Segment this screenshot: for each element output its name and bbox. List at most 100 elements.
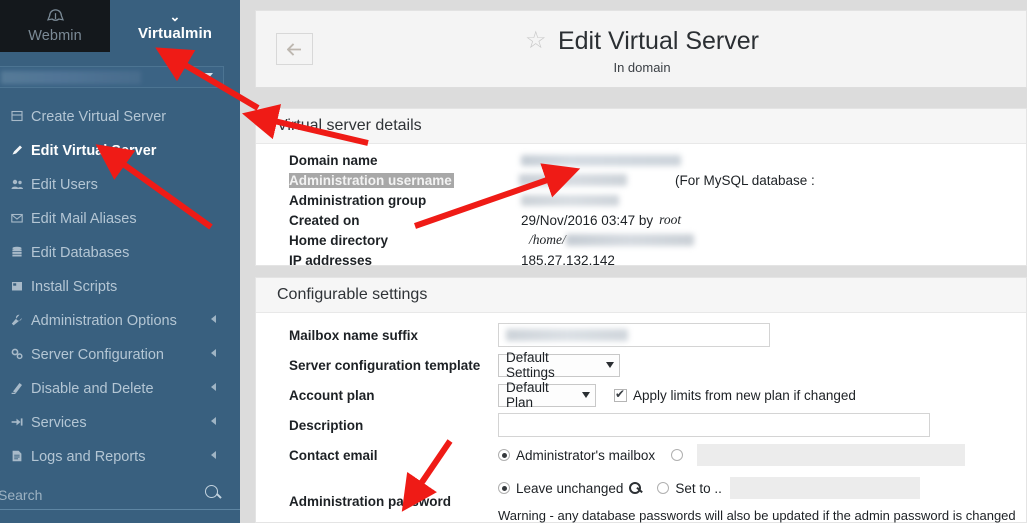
apply-limits-checkbox[interactable] (614, 387, 627, 402)
detail-row-administration-group: Administration group (256, 190, 1026, 210)
detail-label: Created on (289, 212, 360, 228)
detail-label: Home directory (289, 232, 389, 248)
tab-virtualmin-label: Virtualmin (137, 24, 213, 42)
password-warning-note: Warning - any database passwords will al… (498, 508, 1016, 523)
server-template-select[interactable]: Default Settings (498, 350, 620, 380)
sidebar-item-label: Edit Mail Aliases (31, 211, 137, 227)
field-control (498, 413, 930, 437)
sidebar-search[interactable] (0, 480, 240, 510)
main-content: ☆ Edit Virtual Server In domain Virtual … (240, 0, 1027, 523)
sidebar-item-label: Edit Virtual Server (31, 143, 157, 159)
detail-value: (For MySQL database : (519, 173, 1026, 188)
sidebar-item-label: Administration Options (31, 313, 177, 329)
row-administration-password: Administration password Leave unchanged … (256, 470, 1026, 523)
pencil-edit-icon (6, 144, 28, 159)
field-control: Leave unchanged Set to .. Warning - any … (498, 470, 1016, 523)
sidebar-item-create-virtual-server[interactable]: Create Virtual Server (0, 100, 240, 134)
detail-value (521, 154, 681, 166)
sidebar-item-label: Logs and Reports (31, 449, 146, 465)
sidebar-item-disable-and-delete[interactable]: Disable and Delete (0, 372, 240, 406)
server-template-selected: Default Settings (506, 350, 555, 380)
virtualmin-page: Webmin ⌄ Virtualmin Create Virtual Serve… (0, 0, 1027, 523)
chevron-down-icon: ⌄ (169, 8, 181, 24)
contact-email-custom-radio[interactable] (671, 449, 684, 461)
tab-virtualmin[interactable]: ⌄ Virtualmin (110, 0, 240, 52)
mailbox-name-suffix-input[interactable] (498, 323, 770, 347)
field-label: Description (289, 417, 364, 433)
redacted-value (521, 194, 619, 206)
sidebar-item-label: Install Scripts (31, 279, 118, 295)
search-icon[interactable] (205, 485, 218, 498)
users-icon (6, 178, 28, 193)
domain-selector-value-redacted (1, 70, 141, 84)
password-leave-unchanged-label: Leave unchanged (516, 480, 624, 496)
webmin-logo-icon (46, 8, 65, 26)
contact-email-custom-input[interactable] (697, 444, 966, 466)
sidebar-item-install-scripts[interactable]: Install Scripts (0, 270, 240, 304)
details-rows: Domain name Administration username (For… (256, 144, 1026, 270)
apply-limits-group[interactable]: Apply limits from new plan if changed (614, 387, 856, 403)
sidebar-menu: Create Virtual Server Edit Virtual Server… (0, 100, 240, 474)
field-control: Default Settings (498, 350, 620, 380)
configurable-settings-panel: Configurable settings Mailbox name suffi… (255, 277, 1027, 523)
sidebar-item-label: Create Virtual Server (31, 109, 167, 125)
chevron-left-icon (211, 383, 216, 391)
sidebar-item-logs-and-reports[interactable]: Logs and Reports (0, 440, 240, 474)
sidebar-item-administration-options[interactable]: Administration Options (0, 304, 240, 338)
domain-selector[interactable] (0, 66, 224, 88)
sidebar-item-label: Edit Databases (31, 245, 130, 261)
star-outline-icon[interactable]: ☆ (525, 26, 547, 55)
field-label: Account plan (289, 387, 375, 403)
eraser-icon (6, 382, 28, 397)
row-mailbox-name-suffix: Mailbox name suffix (256, 320, 1026, 350)
password-set-to-input[interactable] (729, 477, 920, 499)
detail-row-home-directory: Home directory /home/ (256, 230, 1026, 250)
password-set-to-radio[interactable] (657, 482, 670, 494)
detail-label: IP addresses (289, 252, 373, 268)
search-input[interactable] (0, 486, 193, 503)
chevron-down-icon (582, 392, 590, 398)
sidebar-item-label: Services (31, 415, 87, 431)
server-add-icon (6, 110, 28, 125)
settings-rows: Mailbox name suffix Server configuration… (256, 313, 1026, 523)
key-icon[interactable] (629, 482, 643, 494)
sidebar-item-label: Edit Users (31, 177, 98, 193)
page-title: Edit Virtual Server (557, 27, 759, 55)
field-control (498, 323, 770, 347)
detail-value (521, 194, 619, 206)
contact-email-default-label: Administrator's mailbox (516, 447, 656, 463)
apply-limits-label: Apply limits from new plan if changed (633, 387, 856, 403)
redacted-value (506, 329, 628, 341)
created-by-user: root (659, 212, 682, 227)
chevron-down-icon (606, 362, 614, 368)
sidebar-item-edit-databases[interactable]: Edit Databases (0, 236, 240, 270)
detail-value: 29/Nov/2016 03:47 by root (521, 212, 681, 228)
password-options: Leave unchanged Set to .. (498, 477, 1016, 499)
sidebar-item-edit-users[interactable]: Edit Users (0, 168, 240, 202)
created-on-value: 29/Nov/2016 03:47 by (521, 212, 654, 228)
detail-label: Administration group (289, 192, 427, 208)
account-plan-selected: Default Plan (506, 380, 549, 410)
tab-webmin-label: Webmin (28, 27, 82, 44)
tab-webmin[interactable]: Webmin (0, 0, 110, 52)
sidebar-item-edit-mail-aliases[interactable]: Edit Mail Aliases (0, 202, 240, 236)
sidebar-item-label: Disable and Delete (31, 381, 154, 397)
sidebar: Webmin ⌄ Virtualmin Create Virtual Serve… (0, 0, 240, 523)
row-description: Description (256, 410, 1026, 440)
plug-icon (6, 416, 28, 431)
row-server-configuration-template: Server configuration template Default Se… (256, 350, 1026, 380)
chevron-left-icon (211, 417, 216, 425)
package-icon (6, 280, 28, 295)
sidebar-item-server-configuration[interactable]: Server Configuration (0, 338, 240, 372)
detail-row-created-on: Created on 29/Nov/2016 03:47 by root (256, 210, 1026, 230)
chevron-down-icon (203, 73, 213, 79)
wrench-icon (6, 314, 28, 329)
sidebar-item-edit-virtual-server[interactable]: Edit Virtual Server (0, 134, 240, 168)
page-header: ☆ Edit Virtual Server In domain (255, 10, 1027, 88)
description-input[interactable] (498, 413, 930, 437)
account-plan-select[interactable]: Default Plan (498, 380, 596, 410)
password-leave-unchanged-radio[interactable] (498, 482, 510, 494)
contact-email-default-radio[interactable] (498, 449, 510, 461)
chevron-left-icon (211, 315, 216, 323)
sidebar-item-services[interactable]: Services (0, 406, 240, 440)
